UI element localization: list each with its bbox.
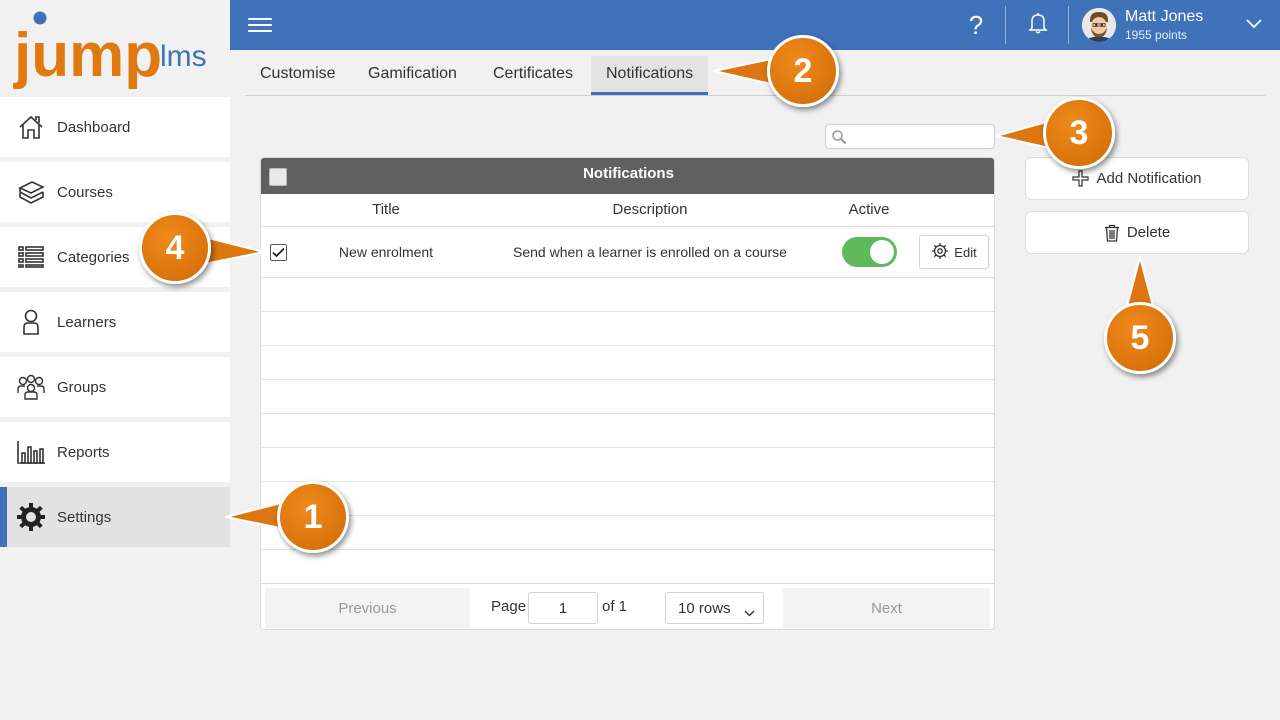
callout-marker-5: 5 [1104, 302, 1176, 374]
callout-marker-1: 1 [277, 481, 349, 553]
callout-marker-2: 2 [767, 35, 839, 107]
callout-marker-4: 4 [139, 212, 211, 284]
callout-marker-3: 3 [1043, 97, 1115, 169]
